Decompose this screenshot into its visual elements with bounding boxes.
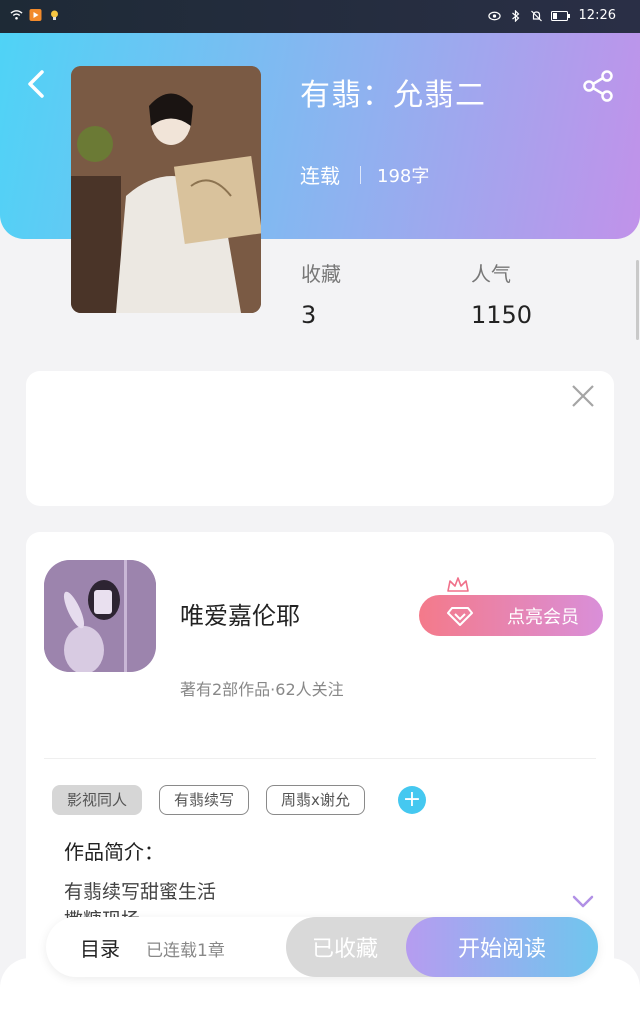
eye-icon [487, 11, 501, 20]
video-app-icon [29, 9, 42, 21]
word-count: 198字 [377, 165, 430, 187]
stat-label: 收藏 [301, 262, 341, 286]
tag-item[interactable]: 有翡续写 [159, 785, 250, 815]
bluetooth-icon [511, 9, 519, 22]
cover-illustration [71, 66, 261, 313]
share-button[interactable] [580, 68, 616, 104]
author-name[interactable]: 唯爱嘉伦耶 [180, 596, 300, 631]
close-button[interactable] [570, 383, 596, 409]
serial-status: 连载 [300, 164, 340, 188]
tag-list: 影视同人 有翡续写 周翡x谢允 + [52, 785, 426, 815]
vip-button-label: 点亮会员 [507, 606, 579, 628]
stat-popularity: 人气 1150 [471, 258, 532, 329]
battery-icon [550, 10, 570, 21]
intro-title: 作品简介： [64, 840, 164, 864]
close-icon [572, 385, 594, 407]
share-icon [583, 70, 613, 102]
divider [44, 758, 596, 759]
add-tag-button[interactable]: + [397, 786, 426, 814]
ad-card [26, 371, 614, 506]
status-time: 12:26 [578, 8, 616, 23]
chevron-left-icon [28, 70, 44, 98]
vip-button[interactable]: 点亮会员 [419, 595, 603, 636]
scrollbar[interactable] [636, 260, 639, 340]
toc-button[interactable]: 目录 [80, 933, 120, 962]
back-button[interactable] [20, 66, 56, 102]
avatar[interactable] [44, 560, 156, 672]
tag-item[interactable]: 影视同人 [52, 785, 143, 815]
tag-item[interactable]: 周翡x谢允 [266, 785, 365, 815]
intro-line: 有翡续写甜蜜生活 [64, 881, 217, 903]
status-divider [360, 165, 361, 184]
intro-text: 有翡续写甜蜜生活 撒糖现场 [64, 878, 216, 918]
status-icons-right: 12:26 [487, 8, 616, 23]
chapter-count: 已连载1章 [146, 941, 225, 961]
diamond-icon [447, 606, 473, 626]
stat-favorites: 收藏 3 [301, 258, 341, 329]
stat-label: 人气 [471, 262, 511, 286]
book-cover-image[interactable] [71, 66, 261, 313]
stat-value: 1150 [471, 301, 533, 329]
start-reading-button[interactable]: 开始阅读 [406, 917, 598, 977]
chevron-down-icon [572, 895, 594, 908]
mute-icon [530, 10, 542, 21]
avatar-illustration [44, 560, 156, 672]
book-title: 有翡：允翡二 [300, 78, 486, 113]
bulb-icon [51, 10, 58, 20]
book-status-row: 连载 198字 [300, 160, 429, 189]
status-icons-left [10, 9, 61, 21]
bottom-action-bar: 目录 已连载1章 已收藏 开始阅读 [46, 917, 598, 977]
expand-intro-button[interactable] [572, 895, 594, 909]
author-meta: 著有2部作品·62人关注 [180, 680, 344, 699]
start-reading-label: 开始阅读 [457, 937, 546, 962]
wifi-icon [10, 10, 23, 20]
crown-icon [447, 577, 469, 592]
stat-value: 3 [301, 301, 317, 329]
status-bar: 12:26 [0, 0, 640, 33]
favorited-label: 已收藏 [312, 937, 379, 962]
